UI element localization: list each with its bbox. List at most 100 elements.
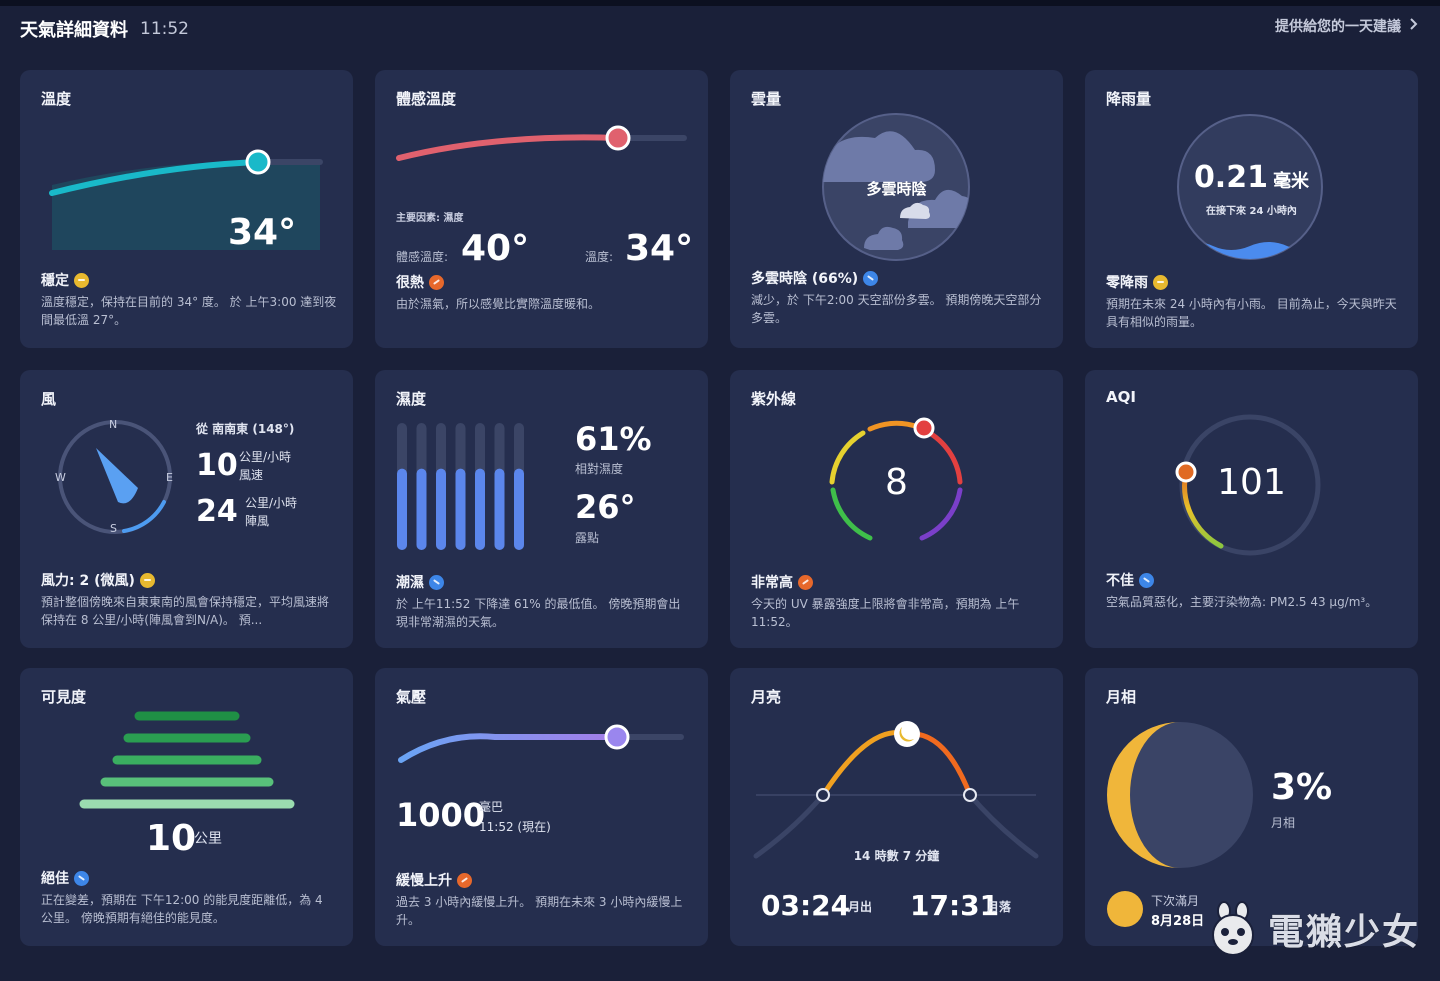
rising-icon <box>798 574 813 590</box>
wind-direction-arrow <box>96 448 138 504</box>
status-row: 多雲時陰 (66%) <box>751 268 879 288</box>
compass-east: E <box>166 471 173 484</box>
next-full-moon-label: 下次滿月 <box>1151 894 1200 908</box>
feels-like-value: 40° <box>461 228 530 269</box>
feels-like-card[interactable]: 體感溫度 主要因素: 濕度 體感溫度: 40° 溫度: 34° 很熱 由於濕氣，… <box>375 70 708 348</box>
humidity-card[interactable]: 濕度 61% 相對濕度 26° 露點 潮濕 於 上午11:52 下降達 61% … <box>375 370 708 648</box>
temperature-card[interactable]: 溫度 34° 穩定 溫度穩定，保持在目前的 34° 度。 於 上午3:00 達到… <box>20 70 353 348</box>
humidity-value: 61% <box>575 420 652 458</box>
status-row: 穩定 <box>41 270 89 290</box>
status-row: 不佳 <box>1106 570 1154 590</box>
pressure-marker <box>604 724 630 750</box>
wind-gust-label: 陣風 <box>245 514 270 528</box>
watermark-text: 電獺少女 <box>1267 912 1420 953</box>
visibility-unit: 公里 <box>194 831 222 847</box>
uv-card[interactable]: 紫外線 8 非常高 今天的 UV 暴露強度上限將會非常高，預期為 上午11:52… <box>730 370 1063 648</box>
compass-south: S <box>110 522 117 535</box>
precipitation-value: 0.21 <box>1193 160 1268 195</box>
precipitation-readout: 0.21 毫米 <box>1085 160 1418 195</box>
status-row: 零降雨 <box>1106 272 1168 292</box>
moon-card[interactable]: 月亮 14 時數 7 分鐘 03:24 月出 17:31 月落 <box>730 668 1063 946</box>
window-top-strip <box>0 0 1440 6</box>
aqi-card[interactable]: AQI 101 不佳 空氣品質惡化，主要汙染物為: PM2.5 43 µg/m³… <box>1085 370 1418 648</box>
moonrise-label: 月出 <box>848 900 873 914</box>
visibility-value: 10 <box>146 818 197 859</box>
status-row: 絕佳 <box>41 868 89 888</box>
chevron-right-icon <box>1409 17 1418 35</box>
moonrise-time: 03:24 <box>761 889 851 922</box>
uv-marker <box>913 417 935 439</box>
worsening-icon <box>1139 572 1154 588</box>
decreasing-icon <box>74 870 89 886</box>
aqi-value: 101 <box>1217 462 1286 503</box>
wind-speed-unit: 公里/小時 <box>239 450 292 464</box>
pressure-time: 11:52 (現在) <box>479 820 551 834</box>
status-row: 風力: 2 (微風) <box>41 570 155 590</box>
temperature-marker <box>245 149 271 175</box>
wind-speed-value: 10 <box>196 448 238 483</box>
card-description: 正在變差，預期在 下午12:00 的能見度距離低，為 4 公里。 傍晚預期有絕佳… <box>41 893 323 925</box>
status-label: 多雲時陰 (66%) <box>751 271 859 287</box>
card-description: 由於濕氣，所以感覺比實際溫度暖和。 <box>396 297 601 311</box>
card-description: 預期在未來 24 小時內有小雨。 目前為止，今天與昨天具有相似的雨量。 <box>1106 297 1397 329</box>
moonset-time: 17:31 <box>910 889 1000 922</box>
moon-duration: 14 時數 7 分鐘 <box>853 849 940 863</box>
moonrise-point <box>816 788 830 802</box>
full-moon-icon <box>1107 891 1143 927</box>
card-description: 於 上午11:52 下降達 61% 的最低值。 傍晚預期會出現非常潮濕的天氣。 <box>396 597 681 629</box>
status-label: 緩慢上升 <box>396 873 452 889</box>
page-title: 天氣詳細資料 <box>20 20 128 41</box>
wind-gust-unit: 公里/小時 <box>245 496 298 510</box>
wind-direction: 從 南南東 (148°) <box>196 422 295 436</box>
status-label: 風力: 2 (微風) <box>41 573 135 589</box>
status-row: 潮濕 <box>396 572 444 592</box>
status-row: 非常高 <box>751 572 813 592</box>
cloud-cover-card[interactable]: 雲量 多雲時陰 多雲時陰 (66%) 減少，於 下午2:00 天空部份多雲。 預… <box>730 70 1063 348</box>
dew-point-value: 26° <box>575 488 636 526</box>
main-factor-label: 主要因素: 濕度 <box>396 213 464 224</box>
status-label: 零降雨 <box>1106 275 1148 291</box>
card-description: 預計整個傍晚來自東東南的風會保持穩定，平均風速將保持在 8 公里/小時(陣風會到… <box>41 595 330 627</box>
steady-icon <box>74 272 89 288</box>
steady-icon <box>139 572 155 588</box>
wind-speed-label: 風速 <box>239 468 264 482</box>
rising-icon <box>429 274 444 290</box>
decreasing-icon <box>429 574 444 590</box>
moon-icon <box>894 721 920 747</box>
status-row: 緩慢上升 <box>396 870 472 890</box>
card-description: 減少，於 下午2:00 天空部份多雲。 預期傍晚天空部分多雲。 <box>751 293 1042 325</box>
precipitation-period: 在接下來 24 小時內 <box>1206 206 1297 217</box>
uv-value: 8 <box>885 462 908 503</box>
cloud-condition: 多雲時陰 <box>866 180 927 198</box>
status-row: 很熱 <box>396 272 444 292</box>
watermark: 電獺少女 <box>1206 901 1420 957</box>
pressure-unit: 毫巴 <box>479 800 504 814</box>
card-description: 今天的 UV 暴露強度上限將會非常高，預期為 上午11:52。 <box>751 597 1020 629</box>
otter-logo-icon <box>1211 901 1254 956</box>
pressure-value: 1000 <box>396 796 486 834</box>
humidity-label: 相對濕度 <box>575 462 624 476</box>
status-label: 很熱 <box>396 275 424 291</box>
current-time: 11:52 <box>140 19 189 39</box>
feels-like-label: 體感溫度: <box>396 250 449 264</box>
wind-card[interactable]: 風 N E S W 從 南南東 (148°) 10 公里/小時 風速 24 公里… <box>20 370 353 648</box>
temperature-value: 34° <box>625 228 694 269</box>
status-label: 潮濕 <box>396 575 424 591</box>
next-full-moon-date: 8月28日 <box>1151 914 1205 929</box>
moonset-point <box>963 788 977 802</box>
precipitation-card[interactable]: 降雨量 0.21 毫米 在接下來 24 小時內 零降雨 預期在未來 24 小時內… <box>1085 70 1418 348</box>
page-header: 天氣詳細資料 11:52 <box>20 14 189 44</box>
compass-north: N <box>109 418 118 431</box>
status-label: 非常高 <box>751 575 793 591</box>
card-description: 過去 3 小時內緩慢上升。 預期在未來 3 小時內緩慢上升。 <box>396 895 683 927</box>
card-description: 溫度穩定，保持在目前的 34° 度。 於 上午3:00 達到夜間最低溫 27°。 <box>41 295 337 327</box>
feels-like-marker <box>605 125 631 151</box>
temperature-value: 34° <box>228 212 297 253</box>
precipitation-unit: 毫米 <box>1273 171 1310 192</box>
daily-suggestions-label: 提供給您的一天建議 <box>1275 19 1401 35</box>
visibility-card[interactable]: 可見度 10 公里 絕佳 正在變差，預期在 下午12:00 的能見度距離低，為 … <box>20 668 353 946</box>
wind-gust-value: 24 <box>196 494 238 529</box>
dew-point-label: 露點 <box>575 531 600 545</box>
daily-suggestions-link[interactable]: 提供給您的一天建議 <box>1275 16 1418 36</box>
pressure-card[interactable]: 氣壓 1000 毫巴 11:52 (現在) 緩慢上升 過去 3 小時內緩慢上升。… <box>375 668 708 946</box>
